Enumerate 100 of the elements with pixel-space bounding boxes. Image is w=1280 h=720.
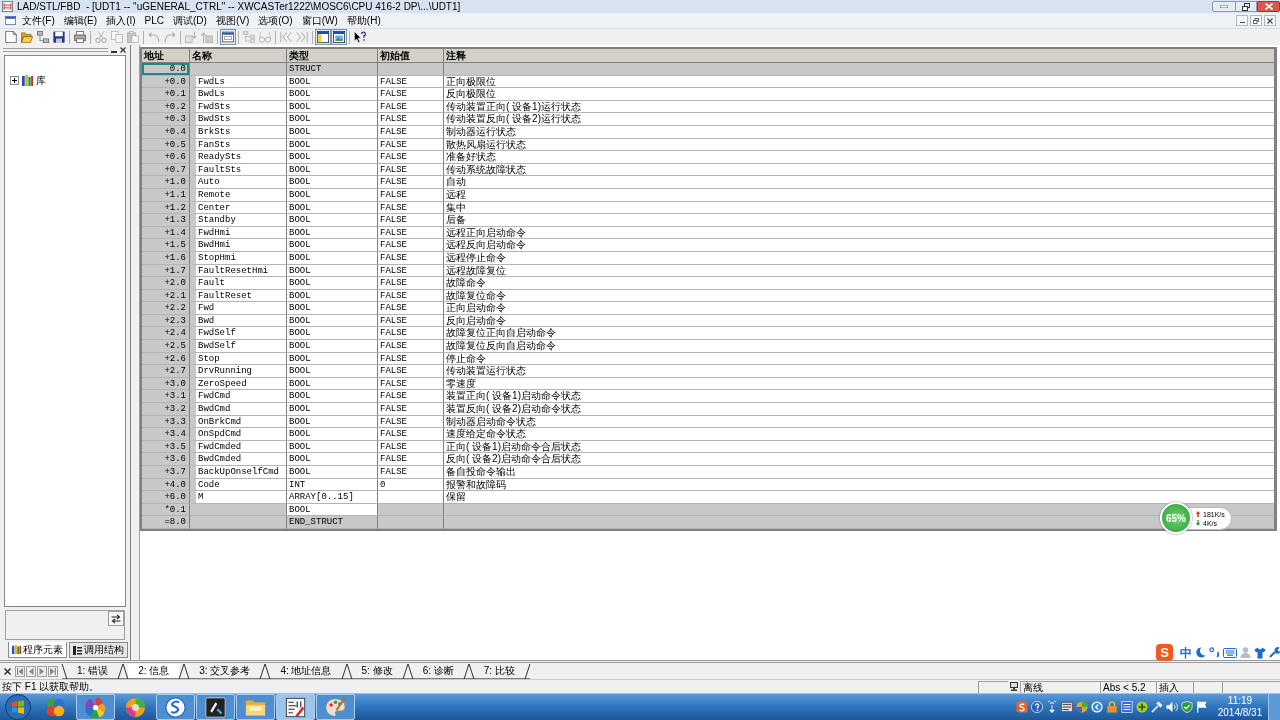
text-field[interactable] — [5, 610, 125, 640]
input-mode-toggle[interactable]: 中 — [1180, 645, 1192, 660]
list-icon[interactable] — [1121, 701, 1133, 713]
keyboard-icon[interactable] — [1223, 647, 1237, 658]
column-header[interactable]: 初始值 — [378, 49, 444, 63]
taskbar-app-button[interactable] — [76, 694, 115, 720]
panel-layout-button[interactable] — [315, 29, 331, 45]
address-cell[interactable]: +1.3 — [142, 214, 190, 227]
menu-item[interactable]: 插入(I) — [105, 14, 137, 27]
shirt-icon[interactable] — [1254, 646, 1266, 659]
close-document-button[interactable] — [1264, 15, 1276, 26]
menu-item[interactable]: 文件(F) — [21, 14, 56, 27]
tree-item[interactable]: 库 — [36, 74, 46, 87]
taskbar-app-button[interactable] — [156, 694, 195, 720]
ball-icon[interactable] — [1076, 701, 1088, 713]
panel-close-button[interactable] — [120, 46, 126, 53]
table-cell: ARRAY[0..15] — [287, 491, 378, 504]
save-disk-button[interactable] — [51, 29, 67, 45]
menu-item[interactable]: 调试(D) — [172, 14, 208, 27]
next-button[interactable] — [37, 665, 47, 677]
table-cell: FwdCmd — [190, 390, 287, 404]
column-header[interactable]: 注释 — [444, 49, 1275, 63]
address-cell[interactable]: +3.7 — [142, 466, 190, 479]
address-cell[interactable]: +6.0 — [142, 491, 190, 504]
printer-button[interactable] — [72, 29, 88, 45]
address-cell[interactable]: =8.0 — [142, 516, 190, 529]
restore-document-button[interactable] — [1250, 15, 1262, 26]
address-cell[interactable]: +2.0 — [142, 277, 190, 290]
table-cell: Fwd — [190, 302, 287, 315]
output-tab[interactable]: 2: 信息 — [128, 663, 180, 678]
restore-button[interactable] — [1236, 1, 1257, 12]
new-file-button[interactable] — [3, 29, 19, 45]
minimize-document-button[interactable] — [1236, 15, 1248, 26]
table-cell: BackUpOnselfCmd — [190, 466, 287, 479]
table-cell: BOOL — [287, 453, 378, 466]
connection-status-icon — [1010, 682, 1018, 691]
address-cell[interactable]: +2.2 — [142, 302, 190, 315]
address-cell[interactable]: +3.2 — [142, 403, 190, 416]
help-pointer-button[interactable] — [352, 29, 368, 45]
address-cell[interactable]: +3.6 — [142, 453, 190, 466]
menu-item[interactable]: 视图(V) — [214, 14, 251, 27]
address-cell[interactable]: +3.1 — [142, 390, 190, 404]
picture-window-button[interactable] — [331, 29, 347, 45]
menu-item[interactable]: 编辑(E) — [62, 14, 99, 27]
address-cell[interactable]: +0.3 — [142, 113, 190, 126]
panel-tab[interactable]: 调用结构 — [69, 642, 128, 658]
clock[interactable]: 11:19 2014/8/31 — [1212, 695, 1268, 719]
previous-button[interactable] — [26, 665, 36, 677]
table-cell: FALSE — [378, 340, 444, 353]
column-header[interactable]: 地址 — [142, 49, 190, 63]
address-cell[interactable]: +0.6 — [142, 151, 190, 164]
table-cell: FALSE — [378, 428, 444, 441]
antenna-icon[interactable] — [1046, 701, 1058, 713]
arrows-button[interactable] — [108, 611, 124, 626]
table-cell: FALSE — [378, 403, 444, 416]
circle-arrow-icon[interactable] — [1091, 701, 1103, 713]
wrench-icon[interactable] — [1269, 647, 1280, 658]
shield-icon[interactable] — [1181, 701, 1193, 713]
grip-handle[interactable] — [3, 47, 108, 52]
address-cell[interactable]: 0.0 — [142, 63, 190, 76]
punctuation-icon[interactable] — [1209, 647, 1220, 658]
address-cell[interactable]: +3.4 — [142, 428, 190, 441]
address-cell[interactable]: +2.5 — [142, 340, 190, 353]
address-cell[interactable]: +1.5 — [142, 239, 190, 252]
menu-item[interactable]: 帮助(H) — [345, 14, 382, 27]
expand-icon[interactable] — [10, 76, 19, 85]
taskbar-app-button[interactable] — [276, 694, 315, 720]
panel-tab[interactable]: 程序元素 — [8, 642, 67, 658]
column-header[interactable]: 名称 — [190, 49, 287, 63]
lock-icon[interactable] — [1106, 701, 1118, 713]
first-page-icon — [17, 667, 23, 675]
rounded-tile-icon[interactable] — [1016, 701, 1028, 713]
undo-arrow-icon — [148, 31, 160, 43]
moon-icon[interactable] — [1195, 647, 1206, 658]
menu-item[interactable]: 窗口(W) — [300, 14, 339, 27]
menu-item[interactable]: 选项(O) — [257, 14, 294, 27]
open-folder-button[interactable] — [19, 29, 35, 45]
taskbar-app-button[interactable] — [196, 694, 235, 720]
tree-structure-icon — [73, 645, 82, 655]
column-header[interactable]: 类型 — [287, 49, 378, 63]
table-cell: ReadySts — [190, 151, 287, 164]
close-button[interactable] — [1257, 1, 1280, 12]
close-panel-button[interactable] — [3, 666, 12, 676]
speaker-icon[interactable] — [1166, 701, 1178, 713]
plus-circle-icon[interactable] — [1136, 701, 1148, 713]
address-cell[interactable]: +0.1 — [142, 88, 190, 101]
menu-item[interactable]: PLC — [143, 14, 166, 27]
hammer-icon[interactable] — [1151, 701, 1163, 713]
address-cell[interactable]: +2.7 — [142, 365, 190, 378]
help-icon[interactable] — [1031, 701, 1043, 713]
network-nodes-button[interactable] — [35, 29, 51, 45]
window-frame-button[interactable] — [220, 29, 236, 45]
address-cell[interactable]: +2.4 — [142, 327, 190, 341]
pen-tile-icon — [205, 696, 226, 718]
last-page-button[interactable] — [48, 665, 58, 677]
lined-card-icon[interactable] — [1061, 701, 1073, 713]
tree-nodes-icon — [243, 31, 255, 43]
status-field — [978, 680, 1008, 693]
address-cell[interactable]: +1.0 — [142, 176, 190, 189]
flag-icon[interactable] — [1196, 701, 1208, 713]
